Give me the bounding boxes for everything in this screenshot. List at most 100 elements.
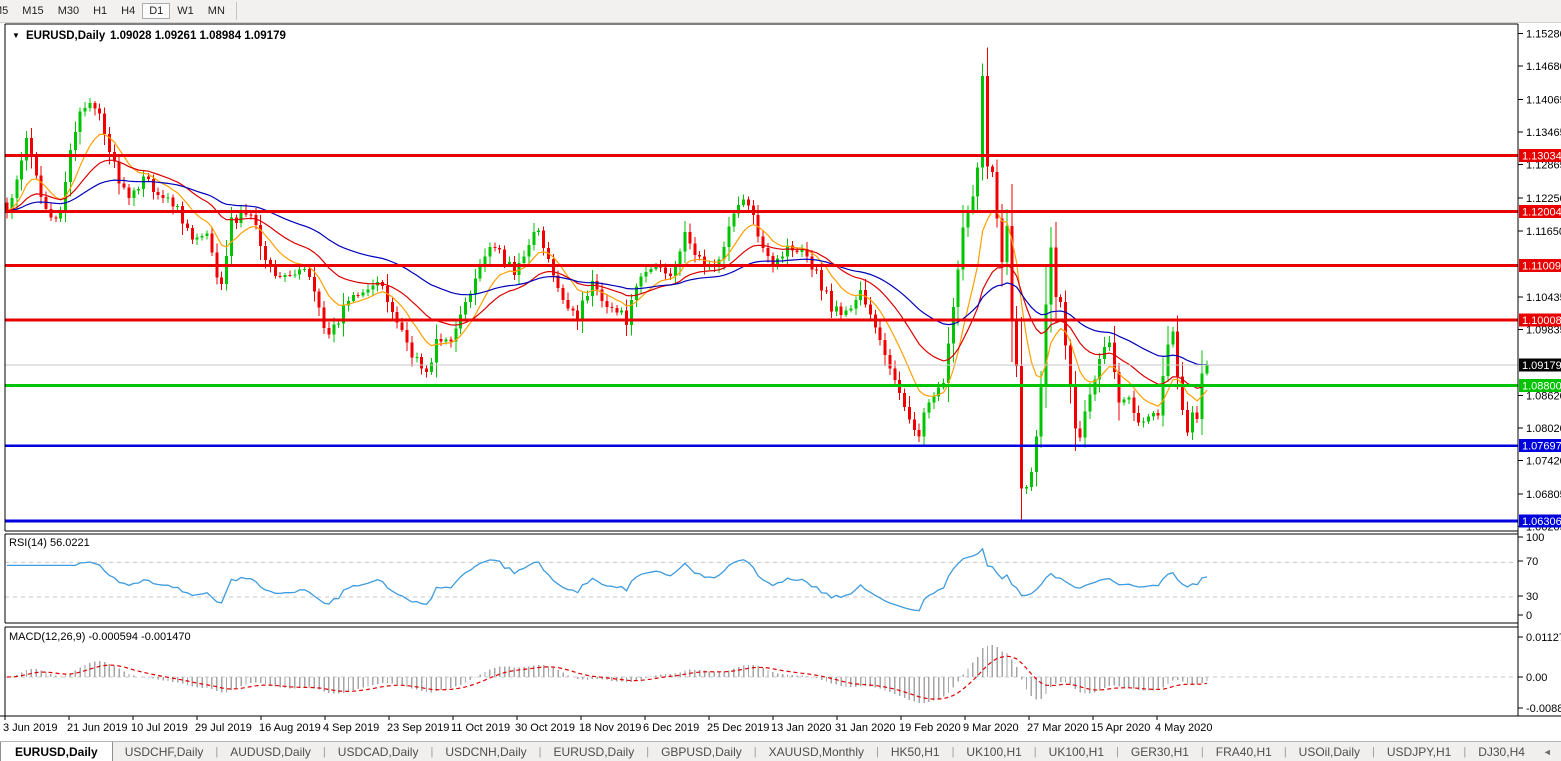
bear-candle — [498, 248, 502, 250]
macd-indicator-label: MACD(12,26,9) -0.000594 -0.001470 — [9, 631, 191, 643]
symbol-dropdown-icon[interactable]: ▼ — [12, 31, 20, 40]
bear-candle — [825, 290, 829, 292]
bull-candle — [673, 265, 677, 276]
price-tick-label: 1.07420 — [1526, 456, 1561, 468]
bull-candle — [1088, 394, 1092, 412]
macd-tick-label: -0.008845 — [1526, 703, 1561, 715]
bull-candle — [1005, 225, 1009, 263]
bull-candle — [473, 278, 477, 294]
chart-tab-4[interactable]: USDCNH,Daily — [433, 742, 538, 761]
bull-candle — [966, 211, 970, 228]
mt4-window: M5M15M30H1H4D1W1MN 1.152801.146801.14065… — [0, 0, 1561, 761]
bear-candle — [1132, 397, 1136, 413]
chart-tab-8[interactable]: HK50,H1 — [879, 742, 952, 761]
chart-tab-bar: EURUSD,Daily USDCHF,Daily | AUDUSD,Daily | US… — [0, 741, 1561, 761]
bear-candle — [259, 224, 263, 246]
date-label: 13 Jan 2020 — [771, 722, 832, 734]
macd-tick-label: 0.00 — [1526, 672, 1547, 684]
chart-tab-9[interactable]: UK100,H1 — [954, 742, 1033, 761]
bear-candle — [190, 227, 194, 240]
bull-candle — [834, 306, 838, 312]
chart-tab-0[interactable]: EURUSD,Daily — [0, 742, 113, 761]
bull-candle — [371, 285, 375, 290]
chart-canvas[interactable]: 1.152801.146801.140651.134651.128651.122… — [0, 0, 1561, 741]
date-label: 11 Oct 2019 — [451, 722, 510, 734]
price-tick-label: 1.14680 — [1526, 61, 1561, 73]
chart-tab-14[interactable]: USDJPY,H1 — [1375, 742, 1463, 761]
bear-candle — [312, 277, 316, 292]
bull-candle — [137, 188, 141, 191]
bull-candle — [415, 356, 419, 358]
date-label: 4 Sep 2019 — [323, 722, 379, 734]
chart-tab-1[interactable]: USDCHF,Daily — [113, 742, 216, 761]
bear-candle — [307, 269, 311, 278]
bear-candle — [210, 233, 214, 253]
bull-candle — [361, 292, 365, 296]
bull-candle — [1044, 304, 1048, 388]
horizontal-lines-layer[interactable] — [5, 154, 1518, 523]
bear-candle — [410, 342, 414, 358]
bull-candle — [166, 197, 170, 199]
bear-candle — [390, 302, 394, 313]
chart-tab-5[interactable]: EURUSD,Daily — [542, 742, 647, 761]
bear-candle — [1181, 376, 1185, 411]
bear-candle — [1137, 412, 1141, 423]
bull-candle — [849, 308, 853, 311]
bear-candle — [1176, 331, 1180, 377]
chart-tab-2[interactable]: AUDUSD,Daily — [218, 742, 323, 761]
bull-candle — [195, 237, 199, 240]
chart-tab-11[interactable]: GER30,H1 — [1119, 742, 1201, 761]
bear-candle — [146, 176, 150, 179]
bull-candle — [1122, 399, 1126, 403]
bear-candle — [249, 214, 253, 216]
bear-candle — [185, 223, 189, 228]
bear-candle — [693, 243, 697, 256]
bull-candle — [434, 338, 438, 363]
chart-tab-6[interactable]: GBPUSD,Daily — [649, 742, 754, 761]
bear-candle — [615, 308, 619, 313]
bear-candle — [1185, 410, 1189, 433]
bull-candle — [142, 176, 146, 189]
chart-tab-7[interactable]: XAUUSD,Monthly — [757, 742, 876, 761]
date-label: 18 Nov 2019 — [579, 722, 641, 734]
bear-candle — [1054, 247, 1058, 297]
bear-candle — [551, 258, 555, 276]
bull-candle — [932, 396, 936, 403]
bear-candle — [420, 356, 424, 369]
bull-candle — [727, 226, 731, 248]
chart-tab-15[interactable]: DJ30,H4 — [1466, 742, 1537, 761]
chart-tab-12[interactable]: FRA40,H1 — [1204, 742, 1284, 761]
bear-candle — [449, 339, 453, 342]
date-label: 9 Mar 2020 — [963, 722, 1019, 734]
bear-candle — [903, 393, 907, 407]
bull-candle — [229, 217, 233, 257]
bull-candle — [678, 251, 682, 266]
bull-candle — [15, 179, 19, 198]
chart-tab-13[interactable]: USOil,Daily — [1287, 742, 1372, 761]
bull-candle — [464, 301, 468, 315]
bull-candle — [337, 323, 341, 325]
chart-tab-10[interactable]: UK100,H1 — [1037, 742, 1116, 761]
bull-candle — [639, 276, 643, 287]
bull-candle — [132, 190, 136, 199]
date-label: 10 Jul 2019 — [131, 722, 188, 734]
bull-candle — [1190, 412, 1194, 433]
chart-tab-3[interactable]: USDCAD,Daily — [326, 742, 431, 761]
rsi-pane-layer — [5, 547, 1518, 612]
bull-candle — [927, 402, 931, 413]
price-tick-label: 1.14065 — [1526, 95, 1561, 107]
rsi-indicator-label: RSI(14) 56.0221 — [9, 537, 90, 549]
price-line-label: 1.11009 — [1522, 261, 1561, 273]
tab-scroll-left-button[interactable]: ◄ — [1537, 742, 1558, 761]
bull-candle — [844, 310, 848, 316]
bull-candle — [1171, 331, 1175, 345]
bear-candle — [566, 300, 570, 309]
bear-candle — [1073, 385, 1077, 429]
bear-candle — [181, 206, 185, 224]
bear-candle — [907, 406, 911, 420]
bear-candle — [98, 108, 102, 114]
bull-candle — [88, 103, 92, 108]
ma-mid-line — [6, 159, 1208, 389]
bull-candle — [20, 160, 24, 180]
bull-candle — [781, 256, 785, 259]
